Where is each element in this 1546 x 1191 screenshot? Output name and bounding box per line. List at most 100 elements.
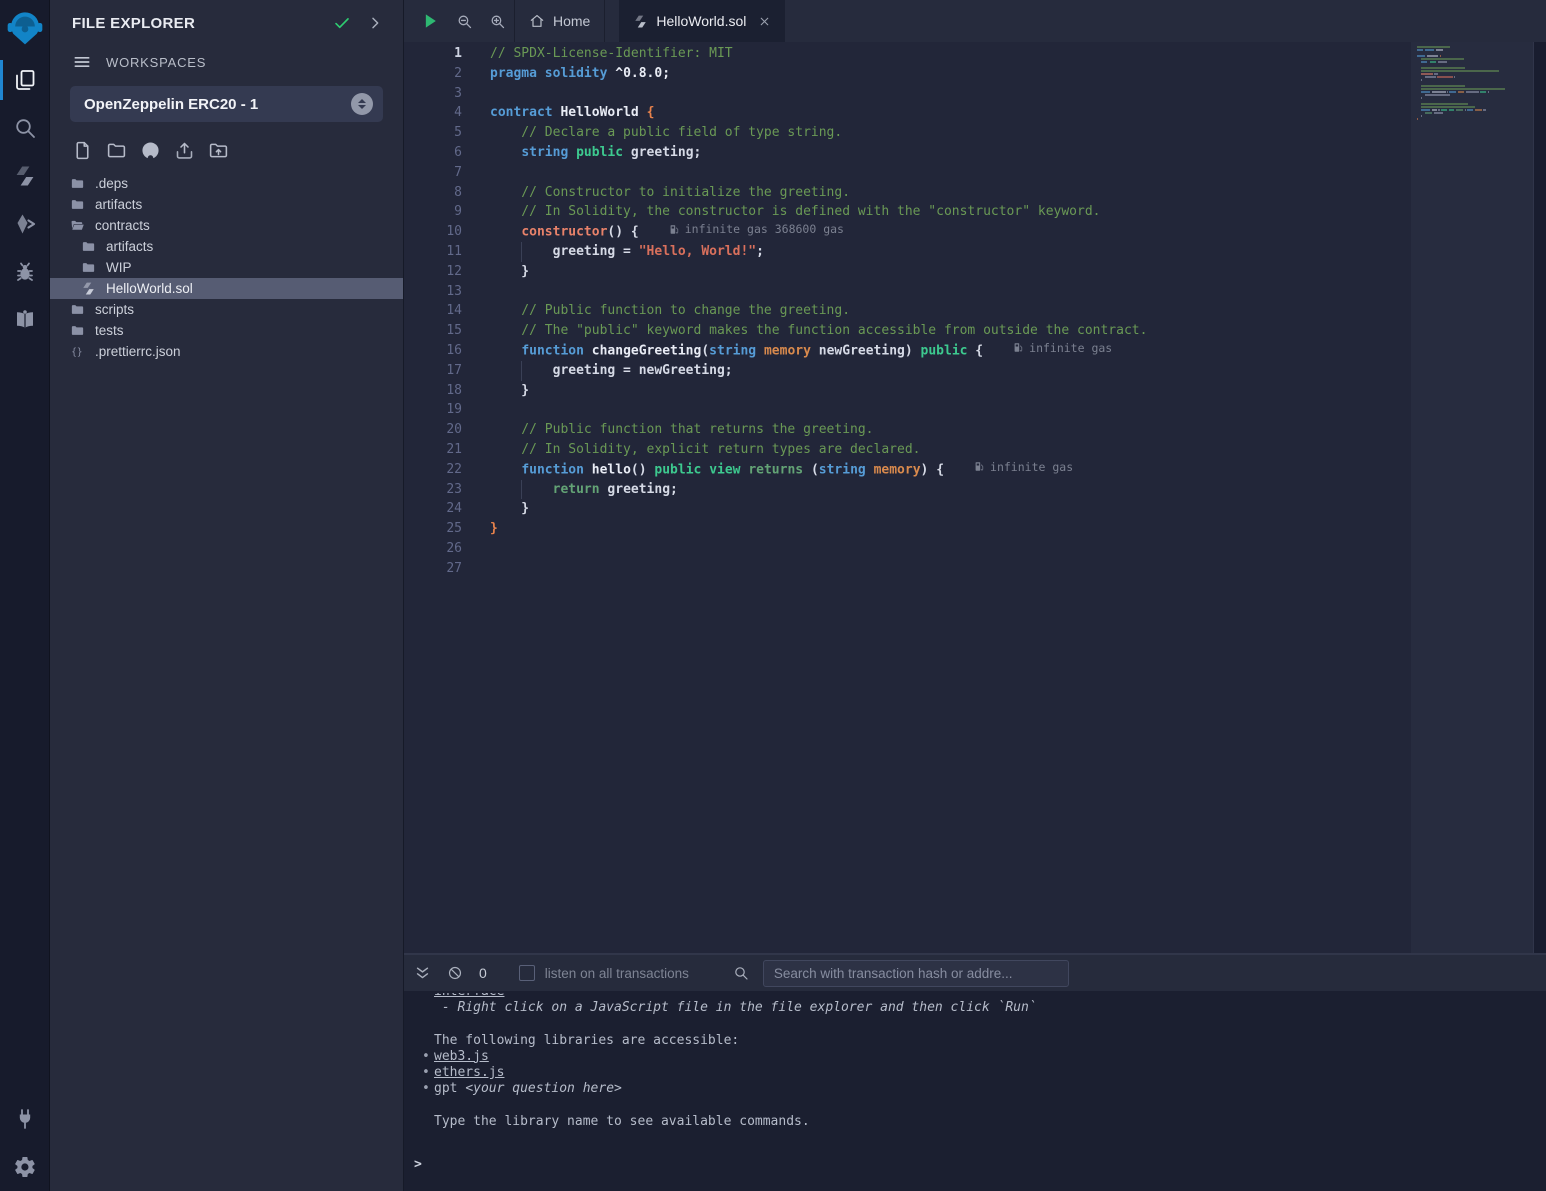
line-number[interactable]: 7	[404, 163, 462, 183]
close-icon[interactable]	[758, 15, 771, 28]
tree-item-contracts[interactable]: contracts	[50, 215, 403, 236]
tab-home[interactable]: Home	[514, 0, 605, 42]
line-number[interactable]: 15	[404, 321, 462, 341]
line-number[interactable]: 2	[404, 64, 462, 84]
workspace-switch-icon[interactable]	[351, 93, 373, 115]
terminal-search-input[interactable]	[763, 960, 1069, 987]
terminal-link[interactable]: ethers.js	[434, 1065, 504, 1080]
line-number[interactable]: 4	[404, 103, 462, 123]
code-line-16[interactable]: 16 function changeGreeting(string memory…	[404, 341, 1411, 361]
code-area[interactable]: 1// SPDX-License-Identifier: MIT2pragma …	[404, 42, 1546, 953]
code-line-4[interactable]: 4contract HelloWorld {	[404, 103, 1411, 123]
line-number[interactable]: 10	[404, 222, 462, 242]
line-number[interactable]: 13	[404, 282, 462, 302]
activity-item-plugin-manager[interactable]	[0, 1095, 49, 1143]
line-number[interactable]: 17	[404, 361, 462, 381]
line-number[interactable]: 22	[404, 460, 462, 480]
terminal-link[interactable]: interface	[434, 993, 504, 999]
code-line-23[interactable]: 23 return greeting;	[404, 480, 1411, 500]
code-line-2[interactable]: 2pragma solidity ^0.8.0;	[404, 64, 1411, 84]
terminal-link[interactable]: web3.js	[434, 1049, 489, 1064]
tab-helloworld-sol[interactable]: HelloWorld.sol	[619, 0, 785, 42]
activity-item-settings[interactable]	[0, 1143, 49, 1191]
tree-item-scripts[interactable]: scripts	[50, 299, 403, 320]
tree-item--deps[interactable]: .deps	[50, 173, 403, 194]
tree-item-artifacts[interactable]: artifacts	[50, 236, 403, 257]
code-line-7[interactable]: 7	[404, 163, 1411, 183]
line-number[interactable]: 21	[404, 440, 462, 460]
line-number[interactable]: 25	[404, 519, 462, 539]
terminal-prompt[interactable]: >	[414, 1157, 1546, 1173]
code-line-12[interactable]: 12 }	[404, 262, 1411, 282]
line-number[interactable]: 1	[404, 44, 462, 64]
code-line-1[interactable]: 1// SPDX-License-Identifier: MIT	[404, 44, 1411, 64]
code-line-24[interactable]: 24 }	[404, 499, 1411, 519]
code-line-15[interactable]: 15 // The "public" keyword makes the fun…	[404, 321, 1411, 341]
code-line-19[interactable]: 19	[404, 400, 1411, 420]
editor-scrollbar[interactable]	[1533, 42, 1546, 953]
code-line-20[interactable]: 20 // Public function that returns the g…	[404, 420, 1411, 440]
upload-file-icon[interactable]	[174, 140, 195, 161]
run-script-icon[interactable]	[420, 11, 440, 31]
chevron-right-icon[interactable]	[367, 15, 383, 31]
tree-item-helloworld-sol[interactable]: HelloWorld.sol	[50, 278, 403, 299]
activity-item-debugger[interactable]	[0, 248, 49, 296]
code-line-26[interactable]: 26	[404, 539, 1411, 559]
listen-transactions-checkbox[interactable]	[519, 965, 535, 981]
code-line-21[interactable]: 21 // In Solidity, explicit return types…	[404, 440, 1411, 460]
new-file-icon[interactable]	[72, 140, 93, 161]
line-number[interactable]: 14	[404, 301, 462, 321]
code-line-13[interactable]: 13	[404, 282, 1411, 302]
clone-git-repository-icon[interactable]	[140, 140, 161, 161]
activity-item-search[interactable]	[0, 104, 49, 152]
code-line-11[interactable]: 11 greeting = "Hello, World!";	[404, 242, 1411, 262]
code-line-25[interactable]: 25}	[404, 519, 1411, 539]
line-number[interactable]: 23	[404, 480, 462, 500]
code-line-18[interactable]: 18 }	[404, 381, 1411, 401]
activity-item-solidity-compiler[interactable]	[0, 152, 49, 200]
line-number[interactable]: 11	[404, 242, 462, 262]
line-number[interactable]: 3	[404, 84, 462, 104]
line-number[interactable]: 16	[404, 341, 462, 361]
minimap[interactable]	[1411, 42, 1533, 953]
line-number[interactable]: 24	[404, 499, 462, 519]
zoom-in-icon[interactable]	[489, 13, 506, 30]
code-line-3[interactable]: 3	[404, 84, 1411, 104]
activity-item-file-explorer[interactable]	[0, 56, 49, 104]
line-number[interactable]: 26	[404, 539, 462, 559]
check-icon[interactable]	[333, 14, 351, 32]
hamburger-menu-icon[interactable]	[72, 52, 92, 72]
code-line-22[interactable]: 22 function hello() public view returns …	[404, 460, 1411, 480]
code-line-9[interactable]: 9 // In Solidity, the constructor is def…	[404, 202, 1411, 222]
upload-folder-icon[interactable]	[208, 140, 229, 161]
line-number[interactable]: 5	[404, 123, 462, 143]
code-line-6[interactable]: 6 string public greeting;	[404, 143, 1411, 163]
activity-item-remix-logo[interactable]	[0, 0, 49, 56]
workspace-select[interactable]: OpenZeppelin ERC20 - 1	[70, 86, 383, 122]
code-line-27[interactable]: 27	[404, 559, 1411, 579]
code-lines[interactable]: 1// SPDX-License-Identifier: MIT2pragma …	[404, 44, 1411, 579]
line-number[interactable]: 27	[404, 559, 462, 579]
line-number[interactable]: 20	[404, 420, 462, 440]
tree-item-tests[interactable]: tests	[50, 320, 403, 341]
code-line-14[interactable]: 14 // Public function to change the gree…	[404, 301, 1411, 321]
new-folder-icon[interactable]	[106, 140, 127, 161]
clear-console-icon[interactable]	[447, 965, 463, 981]
line-number[interactable]: 19	[404, 400, 462, 420]
line-number[interactable]: 12	[404, 262, 462, 282]
line-number[interactable]: 18	[404, 381, 462, 401]
tree-item-wip[interactable]: WIP	[50, 257, 403, 278]
zoom-out-icon[interactable]	[456, 13, 473, 30]
activity-item-deploy-and-run[interactable]	[0, 200, 49, 248]
code-line-10[interactable]: 10 constructor() {infinite gas 368600 ga…	[404, 222, 1411, 242]
code-line-17[interactable]: 17 greeting = newGreeting;	[404, 361, 1411, 381]
code-line-8[interactable]: 8 // Constructor to initialize the greet…	[404, 183, 1411, 203]
tree-item-artifacts[interactable]: artifacts	[50, 194, 403, 215]
line-number[interactable]: 8	[404, 183, 462, 203]
code-line-5[interactable]: 5 // Declare a public field of type stri…	[404, 123, 1411, 143]
tree-item--prettierrc-json[interactable]: {}.prettierrc.json	[50, 341, 403, 362]
activity-item-learneth[interactable]	[0, 296, 49, 344]
chevrons-down-icon[interactable]	[414, 965, 431, 982]
line-number[interactable]: 9	[404, 202, 462, 222]
line-number[interactable]: 6	[404, 143, 462, 163]
